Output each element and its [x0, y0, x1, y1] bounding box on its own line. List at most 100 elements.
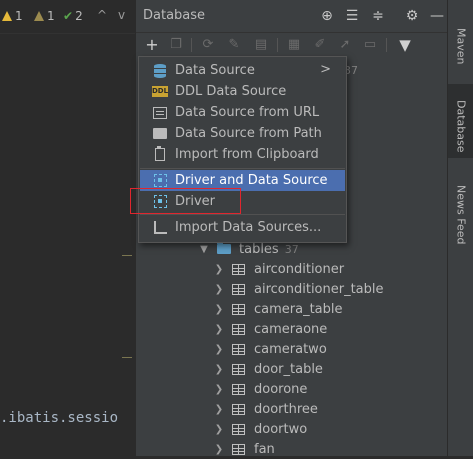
panel-header: Database ⊕ ☰ ≑ ⚙ —: [136, 0, 448, 33]
right-tool-strip: Maven Database News Feed: [447, 0, 473, 456]
table-name: airconditioner_table: [254, 281, 384, 297]
previous-highlight-button[interactable]: ^: [97, 8, 107, 22]
copy-icon[interactable]: ❐: [168, 37, 184, 53]
panel-toolbar: + ❐ ⟳ ✎ ▤ ▦ ✐ ➚ ▭ ▼: [136, 33, 448, 57]
folder-count: 37: [284, 242, 299, 256]
collapse-all-icon[interactable]: ≑: [370, 8, 386, 24]
table-name: doortwo: [254, 421, 308, 437]
typos-count: 2: [75, 9, 83, 23]
menu-item-data-source-from-url[interactable]: Data Source from URL: [140, 102, 345, 123]
indent-guide: [122, 255, 132, 256]
warnings-indicator[interactable]: 1: [2, 9, 23, 23]
table-icon: [232, 283, 245, 295]
jump-icon[interactable]: ➚: [337, 37, 353, 53]
toolbar-divider: [386, 38, 387, 52]
add-circle-icon[interactable]: ⊕: [319, 8, 335, 24]
driver-icon: [153, 174, 167, 187]
import-icon: [153, 221, 167, 234]
menu-item-import-from-clipboard[interactable]: Import from Clipboard: [140, 144, 345, 165]
tab-database[interactable]: Database: [448, 84, 473, 158]
tab-database-label: Database: [454, 99, 468, 153]
table-row[interactable]: ❯ camera_table: [214, 299, 473, 319]
minimize-icon[interactable]: —: [429, 8, 445, 24]
table-name: doorone: [254, 381, 308, 397]
menu-item-data-source[interactable]: Data Source >: [140, 60, 345, 81]
indent-guide: [122, 357, 132, 358]
table-icon: [232, 323, 245, 335]
database-icon[interactable]: ▤: [253, 37, 269, 53]
ddl-icon: DDL: [152, 86, 169, 97]
table-row[interactable]: ❯ doorthree: [214, 399, 473, 419]
typos-indicator[interactable]: ✔ 2: [63, 9, 83, 23]
warnings-count: 1: [15, 9, 23, 23]
toolbar-divider: [277, 38, 278, 52]
table-row[interactable]: ❯ door_table: [214, 359, 473, 379]
table-row[interactable]: ❯ cameraone: [214, 319, 473, 339]
editor-area[interactable]: 1 1 ✔ 2 ^ v .ibatis.sessio: [0, 0, 135, 456]
tab-maven[interactable]: Maven: [448, 2, 473, 78]
expand-all-icon[interactable]: ☰: [344, 8, 360, 24]
folder-label: tables: [239, 241, 279, 257]
code-line[interactable]: .ibatis.sessio: [0, 410, 118, 426]
menu-item-label: Data Source: [175, 63, 255, 78]
menu-item-label: Driver and Data Source: [175, 173, 328, 188]
tab-news-feed-label: News Feed: [454, 185, 468, 245]
edit-icon[interactable]: ✐: [312, 37, 328, 53]
table-name: airconditioner: [254, 261, 345, 277]
menu-item-label: DDL Data Source: [175, 84, 287, 99]
weak-warnings-indicator[interactable]: 1: [34, 9, 55, 23]
menu-item-import-data-sources[interactable]: Import Data Sources...: [140, 217, 345, 238]
table-row[interactable]: ❯ fan: [214, 439, 473, 459]
inspection-bar: 1 1 ✔ 2 ^ v: [0, 0, 135, 34]
chevron-right-icon[interactable]: ❯: [214, 344, 224, 355]
table-row[interactable]: ❯ doorone: [214, 379, 473, 399]
tab-news-feed[interactable]: News Feed: [448, 166, 473, 250]
table-icon: [232, 343, 245, 355]
chevron-right-icon[interactable]: ❯: [214, 424, 224, 435]
menu-divider: [140, 214, 345, 215]
chevron-right-icon[interactable]: ❯: [214, 384, 224, 395]
chevron-right-icon[interactable]: ❯: [214, 264, 224, 275]
menu-item-ddl-data-source[interactable]: DDL DDL Data Source: [140, 81, 345, 102]
menu-item-data-source-from-path[interactable]: Data Source from Path: [140, 123, 345, 144]
menu-item-label: Import from Clipboard: [175, 147, 319, 162]
table-row[interactable]: ❯ airconditioner_table: [214, 279, 473, 299]
console-icon[interactable]: ▭: [362, 37, 378, 53]
table-name: cameraone: [254, 321, 328, 337]
chevron-right-icon[interactable]: ❯: [214, 304, 224, 315]
chevron-right-icon[interactable]: ❯: [214, 444, 224, 455]
menu-divider: [140, 168, 345, 169]
tab-maven-label: Maven: [454, 27, 468, 65]
table-name: doorthree: [254, 401, 318, 417]
chevron-down-icon[interactable]: ▼: [199, 244, 209, 255]
add-icon[interactable]: +: [144, 37, 160, 53]
table-icon: [232, 363, 245, 375]
next-highlight-button[interactable]: v: [118, 8, 125, 22]
toolbar-divider: [191, 38, 192, 52]
table-row[interactable]: ❯ airconditioner: [214, 259, 473, 279]
table-icon: [232, 423, 245, 435]
filter-icon[interactable]: ▼: [397, 37, 413, 53]
gear-icon[interactable]: ⚙: [404, 8, 420, 24]
folder-icon: [217, 241, 231, 254]
chevron-right-icon[interactable]: ❯: [214, 404, 224, 415]
chevron-right-icon[interactable]: ❯: [214, 364, 224, 375]
table-icon: [232, 263, 245, 275]
refresh-icon[interactable]: ⟳: [200, 37, 216, 53]
table-icon[interactable]: ▦: [286, 37, 302, 53]
chevron-right-icon: >: [320, 62, 331, 77]
table-name: door_table: [254, 361, 323, 377]
chevron-right-icon[interactable]: ❯: [214, 284, 224, 295]
weak-warning-icon: [34, 11, 44, 21]
check-icon: ✔: [63, 9, 74, 23]
table-row[interactable]: ❯ cameratwo: [214, 339, 473, 359]
table-row[interactable]: ❯ doortwo: [214, 419, 473, 439]
table-icon: [232, 443, 245, 455]
table-icon: [232, 303, 245, 315]
table-icon: [232, 403, 245, 415]
schema-icon[interactable]: ✎: [226, 37, 242, 53]
chevron-right-icon[interactable]: ❯: [214, 324, 224, 335]
folder-icon: [153, 128, 167, 139]
table-name: fan: [254, 441, 275, 457]
new-popup-menu: Data Source > DDL DDL Data Source Data S…: [138, 56, 347, 243]
